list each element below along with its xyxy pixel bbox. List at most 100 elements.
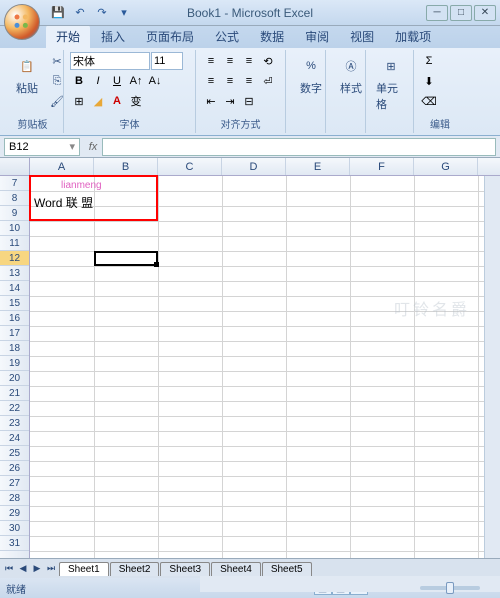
row-header[interactable]: 21 [0,386,29,401]
row-header[interactable]: 13 [0,266,29,281]
shrink-font-button[interactable]: A↓ [146,72,164,90]
last-sheet-button[interactable]: ⏭ [44,562,58,576]
decrease-indent-button[interactable]: ⇤ [202,92,220,110]
redo-icon[interactable]: ↷ [94,5,110,21]
percent-icon: % [299,54,323,78]
column-header[interactable]: A [30,158,94,175]
formula-input[interactable] [102,138,496,156]
row-header[interactable]: 14 [0,281,29,296]
tab-view[interactable]: 视图 [340,25,384,48]
group-clipboard-label: 剪贴板 [8,114,57,131]
save-icon[interactable]: 💾 [50,5,66,21]
row-header[interactable]: 17 [0,326,29,341]
row-header[interactable]: 30 [0,521,29,536]
row-header[interactable]: 24 [0,431,29,446]
row-header[interactable]: 10 [0,221,29,236]
select-all-corner[interactable] [0,158,30,175]
clear-button[interactable]: ⌫ [420,92,438,110]
vertical-scrollbar[interactable] [484,176,500,558]
autosum-button[interactable]: Σ [420,52,438,70]
status-text: 就绪 [6,581,26,596]
column-header[interactable]: D [222,158,286,175]
office-button[interactable] [4,4,40,40]
maximize-button[interactable]: □ [450,5,472,21]
wrap-text-button[interactable]: ⏎ [259,72,277,90]
column-header[interactable]: E [286,158,350,175]
number-format-button[interactable]: %数字 [292,52,330,98]
sheet-tab[interactable]: Sheet5 [262,562,312,576]
next-sheet-button[interactable]: ▶ [30,562,44,576]
name-box[interactable]: B12▾ [4,138,80,156]
row-header[interactable]: 25 [0,446,29,461]
phonetic-button[interactable]: 变 [127,92,145,110]
close-button[interactable]: ✕ [474,5,496,21]
row-header[interactable]: 11 [0,236,29,251]
prev-sheet-button[interactable]: ◀ [16,562,30,576]
minimize-button[interactable]: ─ [426,5,448,21]
group-editing-label: 编辑 [420,114,460,131]
styles-button[interactable]: Ⓐ样式 [332,52,370,98]
row-header[interactable]: 8 [0,191,29,206]
spreadsheet-grid[interactable]: A B C D E F G 78910111213141516171819202… [0,158,500,558]
fx-button[interactable]: fx [84,138,102,156]
undo-icon[interactable]: ↶ [72,5,88,21]
tab-home[interactable]: 开始 [46,25,90,48]
qat-dropdown-icon[interactable]: ▾ [116,5,132,21]
sheet-tab[interactable]: Sheet3 [160,562,210,576]
font-name-combo[interactable]: 宋体 [70,52,150,70]
orientation-button[interactable]: ⟲ [259,52,277,70]
sheet-tab[interactable]: Sheet2 [110,562,160,576]
sheet-tab[interactable]: Sheet4 [211,562,261,576]
fill-color-button[interactable]: ◢ [89,92,107,110]
align-middle-button[interactable]: ≡ [221,52,239,70]
grow-font-button[interactable]: A↑ [127,72,145,90]
fill-button[interactable]: ⬇ [420,72,438,90]
tab-page-layout[interactable]: 页面布局 [136,25,204,48]
bold-button[interactable]: B [70,72,88,90]
tab-insert[interactable]: 插入 [91,25,135,48]
cells-button[interactable]: ⊞单元格 [372,52,410,114]
row-header[interactable]: 7 [0,176,29,191]
row-header[interactable]: 16 [0,311,29,326]
first-sheet-button[interactable]: ⏮ [2,562,16,576]
tab-data[interactable]: 数据 [250,25,294,48]
row-header[interactable]: 27 [0,476,29,491]
row-header[interactable]: 9 [0,206,29,221]
row-header[interactable]: 22 [0,401,29,416]
font-color-button[interactable]: A [108,92,126,110]
column-header[interactable]: F [350,158,414,175]
align-top-button[interactable]: ≡ [202,52,220,70]
tab-formulas[interactable]: 公式 [205,25,249,48]
column-header[interactable]: G [414,158,478,175]
row-header[interactable]: 26 [0,461,29,476]
font-size-combo[interactable]: 11 [151,52,183,70]
align-center-button[interactable]: ≡ [221,72,239,90]
align-bottom-button[interactable]: ≡ [240,52,258,70]
row-header[interactable]: 20 [0,371,29,386]
group-font-label: 字体 [70,114,189,131]
align-left-button[interactable]: ≡ [202,72,220,90]
increase-indent-button[interactable]: ⇥ [221,92,239,110]
row-header[interactable]: 31 [0,536,29,551]
row-header[interactable]: 29 [0,506,29,521]
border-button[interactable]: ⊞ [70,92,88,110]
tab-review[interactable]: 审阅 [295,25,339,48]
row-header[interactable]: 28 [0,491,29,506]
column-header[interactable]: C [158,158,222,175]
row-header[interactable]: 12 [0,251,29,266]
merge-button[interactable]: ⊟ [240,92,258,110]
cell-a8[interactable]: Word 联 盟 [32,193,95,212]
align-right-button[interactable]: ≡ [240,72,258,90]
underline-button[interactable]: U [108,72,126,90]
sheet-tab[interactable]: Sheet1 [59,562,109,576]
row-header[interactable]: 23 [0,416,29,431]
italic-button[interactable]: I [89,72,107,90]
zoom-slider[interactable] [420,586,480,590]
tab-addins[interactable]: 加载项 [385,25,441,48]
row-header[interactable]: 18 [0,341,29,356]
column-header[interactable]: B [94,158,158,175]
row-header[interactable]: 19 [0,356,29,371]
paste-button[interactable]: 📋 粘贴 [8,52,46,98]
row-header[interactable]: 15 [0,296,29,311]
row-headers: 7891011121314151617181920212223242526272… [0,176,30,558]
